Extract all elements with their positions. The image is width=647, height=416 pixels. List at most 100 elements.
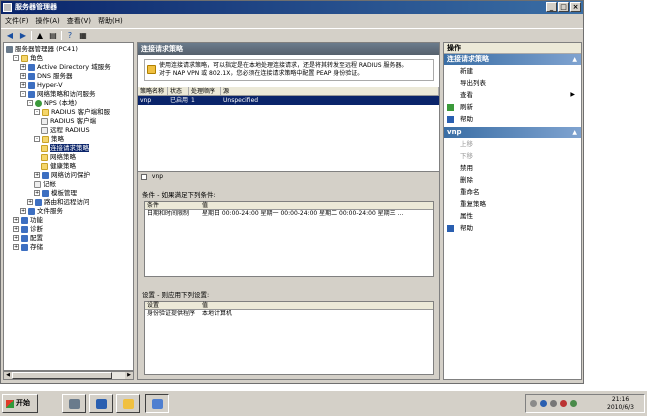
help-icon[interactable]: ?: [65, 31, 75, 40]
tree-item[interactable]: + 文件服务: [20, 207, 63, 216]
conditions-title: 条件 - 如果满足下列条件:: [142, 191, 216, 199]
expand-icon[interactable]: +: [13, 217, 19, 223]
tree-item[interactable]: + 路由和远程访问: [27, 198, 90, 207]
action-item-label: 上移: [460, 140, 473, 148]
menu-action[interactable]: 操作(A): [36, 15, 60, 27]
volume-icon[interactable]: [570, 400, 577, 407]
collapse-icon[interactable]: ▲: [572, 54, 577, 65]
close-button[interactable]: ×: [570, 2, 581, 12]
back-arrow-icon[interactable]: ◀: [5, 31, 15, 40]
action-item[interactable]: 禁用: [444, 162, 581, 174]
column-header-source[interactable]: 源: [221, 87, 439, 95]
help-tray-icon[interactable]: [540, 400, 547, 407]
actions-section-vnp[interactable]: vnp ▲: [444, 127, 581, 138]
expand-icon[interactable]: +: [34, 172, 40, 178]
collapse-icon[interactable]: ▲: [572, 127, 577, 138]
clock[interactable]: 21:16 2010/6/3: [607, 396, 634, 412]
action-item[interactable]: 重命名: [444, 186, 581, 198]
tree-item[interactable]: + 诊断: [13, 225, 43, 234]
action-item[interactable]: 查看 ▶: [444, 89, 581, 101]
actions-section-connection-policies[interactable]: 连接请求策略 ▲: [444, 54, 581, 65]
taskbar-active-window-icon[interactable]: [145, 394, 169, 413]
tree-horizontal-scrollbar[interactable]: ◀ ▶: [3, 371, 134, 380]
settings-col-value[interactable]: 值: [200, 302, 433, 309]
tree-item[interactable]: 远程 RADIUS: [41, 126, 90, 135]
tree-item[interactable]: + 配置: [13, 234, 43, 243]
conditions-col-value[interactable]: 值: [200, 202, 433, 209]
table-row[interactable]: 日期和时间限制 星期日 00:00-24:00 星期一 00:00-24:00 …: [145, 210, 433, 218]
tree-item[interactable]: 网络策略: [41, 153, 76, 162]
expand-icon[interactable]: +: [13, 235, 19, 241]
expand-icon[interactable]: +: [34, 190, 40, 196]
action-item[interactable]: 新建: [444, 65, 581, 77]
expand-icon[interactable]: +: [27, 199, 33, 205]
maximize-button[interactable]: □: [558, 2, 569, 12]
column-header-order[interactable]: 处理顺序: [189, 87, 221, 95]
security-icon[interactable]: [560, 400, 567, 407]
action-item[interactable]: 上移: [444, 138, 581, 150]
collapse-icon[interactable]: -: [20, 91, 26, 97]
taskbar-server-manager-icon[interactable]: [62, 394, 86, 413]
tree-item[interactable]: + 存储: [13, 243, 43, 252]
expand-icon[interactable]: +: [20, 208, 26, 214]
menu-file[interactable]: 文件(F): [5, 15, 29, 27]
action-item[interactable]: 导出列表: [444, 77, 581, 89]
action-item[interactable]: 帮助: [444, 113, 581, 125]
start-button[interactable]: 开始: [2, 394, 38, 413]
action-item[interactable]: 重复策略: [444, 198, 581, 210]
tree-item[interactable]: RADIUS 客户端: [41, 117, 96, 126]
expand-icon[interactable]: +: [20, 73, 26, 79]
tree-item-label: 功能: [30, 216, 43, 224]
column-header-policy-name[interactable]: 策略名称: [138, 87, 168, 95]
minimize-button[interactable]: _: [546, 2, 557, 12]
action-item[interactable]: 下移: [444, 150, 581, 162]
tree-item[interactable]: + DNS 服务器: [20, 72, 73, 81]
action-pane-icon[interactable]: ▦: [78, 31, 88, 40]
action-item[interactable]: 删除: [444, 174, 581, 186]
tree-item[interactable]: - RADIUS 客户端和服: [34, 108, 110, 117]
expand-icon[interactable]: +: [13, 244, 19, 250]
condition-name: 日期和时间限制: [147, 210, 190, 217]
action-item[interactable]: 刷新: [444, 101, 581, 113]
conditions-col-condition[interactable]: 条件: [145, 202, 200, 209]
tree-item[interactable]: - NPS (本地): [27, 99, 77, 108]
scroll-thumb[interactable]: [12, 372, 112, 379]
tree-item[interactable]: - 网络策略和访问服务: [20, 90, 96, 99]
tree-item[interactable]: + Active Directory 域服务: [20, 63, 111, 72]
show-hide-tree-icon[interactable]: ▤: [48, 31, 58, 40]
expand-icon[interactable]: +: [13, 226, 19, 232]
tree-item[interactable]: + 模板管理: [34, 189, 77, 198]
tree-item[interactable]: - 策略: [34, 135, 64, 144]
scroll-left-icon[interactable]: ◀: [4, 372, 12, 379]
scroll-right-icon[interactable]: ▶: [125, 372, 133, 379]
action-item[interactable]: 属性: [444, 210, 581, 222]
collapse-icon[interactable]: -: [13, 55, 19, 61]
taskbar-powershell-icon[interactable]: [89, 394, 113, 413]
table-row[interactable]: 身份验证提供程序 本地计算机: [145, 310, 433, 318]
collapse-icon[interactable]: -: [34, 136, 40, 142]
up-folder-icon[interactable]: ▲: [35, 31, 45, 40]
tree-item[interactable]: - 角色: [13, 54, 43, 63]
settings-col-setting[interactable]: 设置: [145, 302, 200, 309]
taskbar-explorer-icon[interactable]: [116, 394, 140, 413]
tree-item-label: RADIUS 客户端: [50, 117, 97, 125]
forward-arrow-icon[interactable]: ▶: [18, 31, 28, 40]
expand-icon[interactable]: +: [20, 64, 26, 70]
table-row[interactable]: vnp 已启用 1 Unspecified: [138, 96, 439, 105]
tree-item[interactable]: 记帐: [34, 180, 56, 189]
network-icon[interactable]: [530, 400, 537, 407]
tree-item[interactable]: + 功能: [13, 216, 43, 225]
menu-view[interactable]: 查看(V): [67, 15, 91, 27]
collapse-icon[interactable]: -: [34, 109, 40, 115]
tree-item[interactable]: + 网络访问保护: [34, 171, 90, 180]
tree-item[interactable]: + Hyper-V: [20, 81, 63, 90]
collapse-icon[interactable]: -: [27, 100, 33, 106]
tree-item[interactable]: 健康策略: [41, 162, 76, 171]
expand-icon[interactable]: +: [20, 82, 26, 88]
tree-item[interactable]: 服务器管理器 (PC41): [6, 45, 78, 54]
tray-expand-icon[interactable]: [550, 400, 557, 407]
tree-item[interactable]: 连接请求策略: [41, 144, 89, 153]
column-header-status[interactable]: 状态: [168, 87, 189, 95]
menu-help[interactable]: 帮助(H): [98, 15, 123, 27]
action-item[interactable]: 帮助: [444, 222, 581, 234]
